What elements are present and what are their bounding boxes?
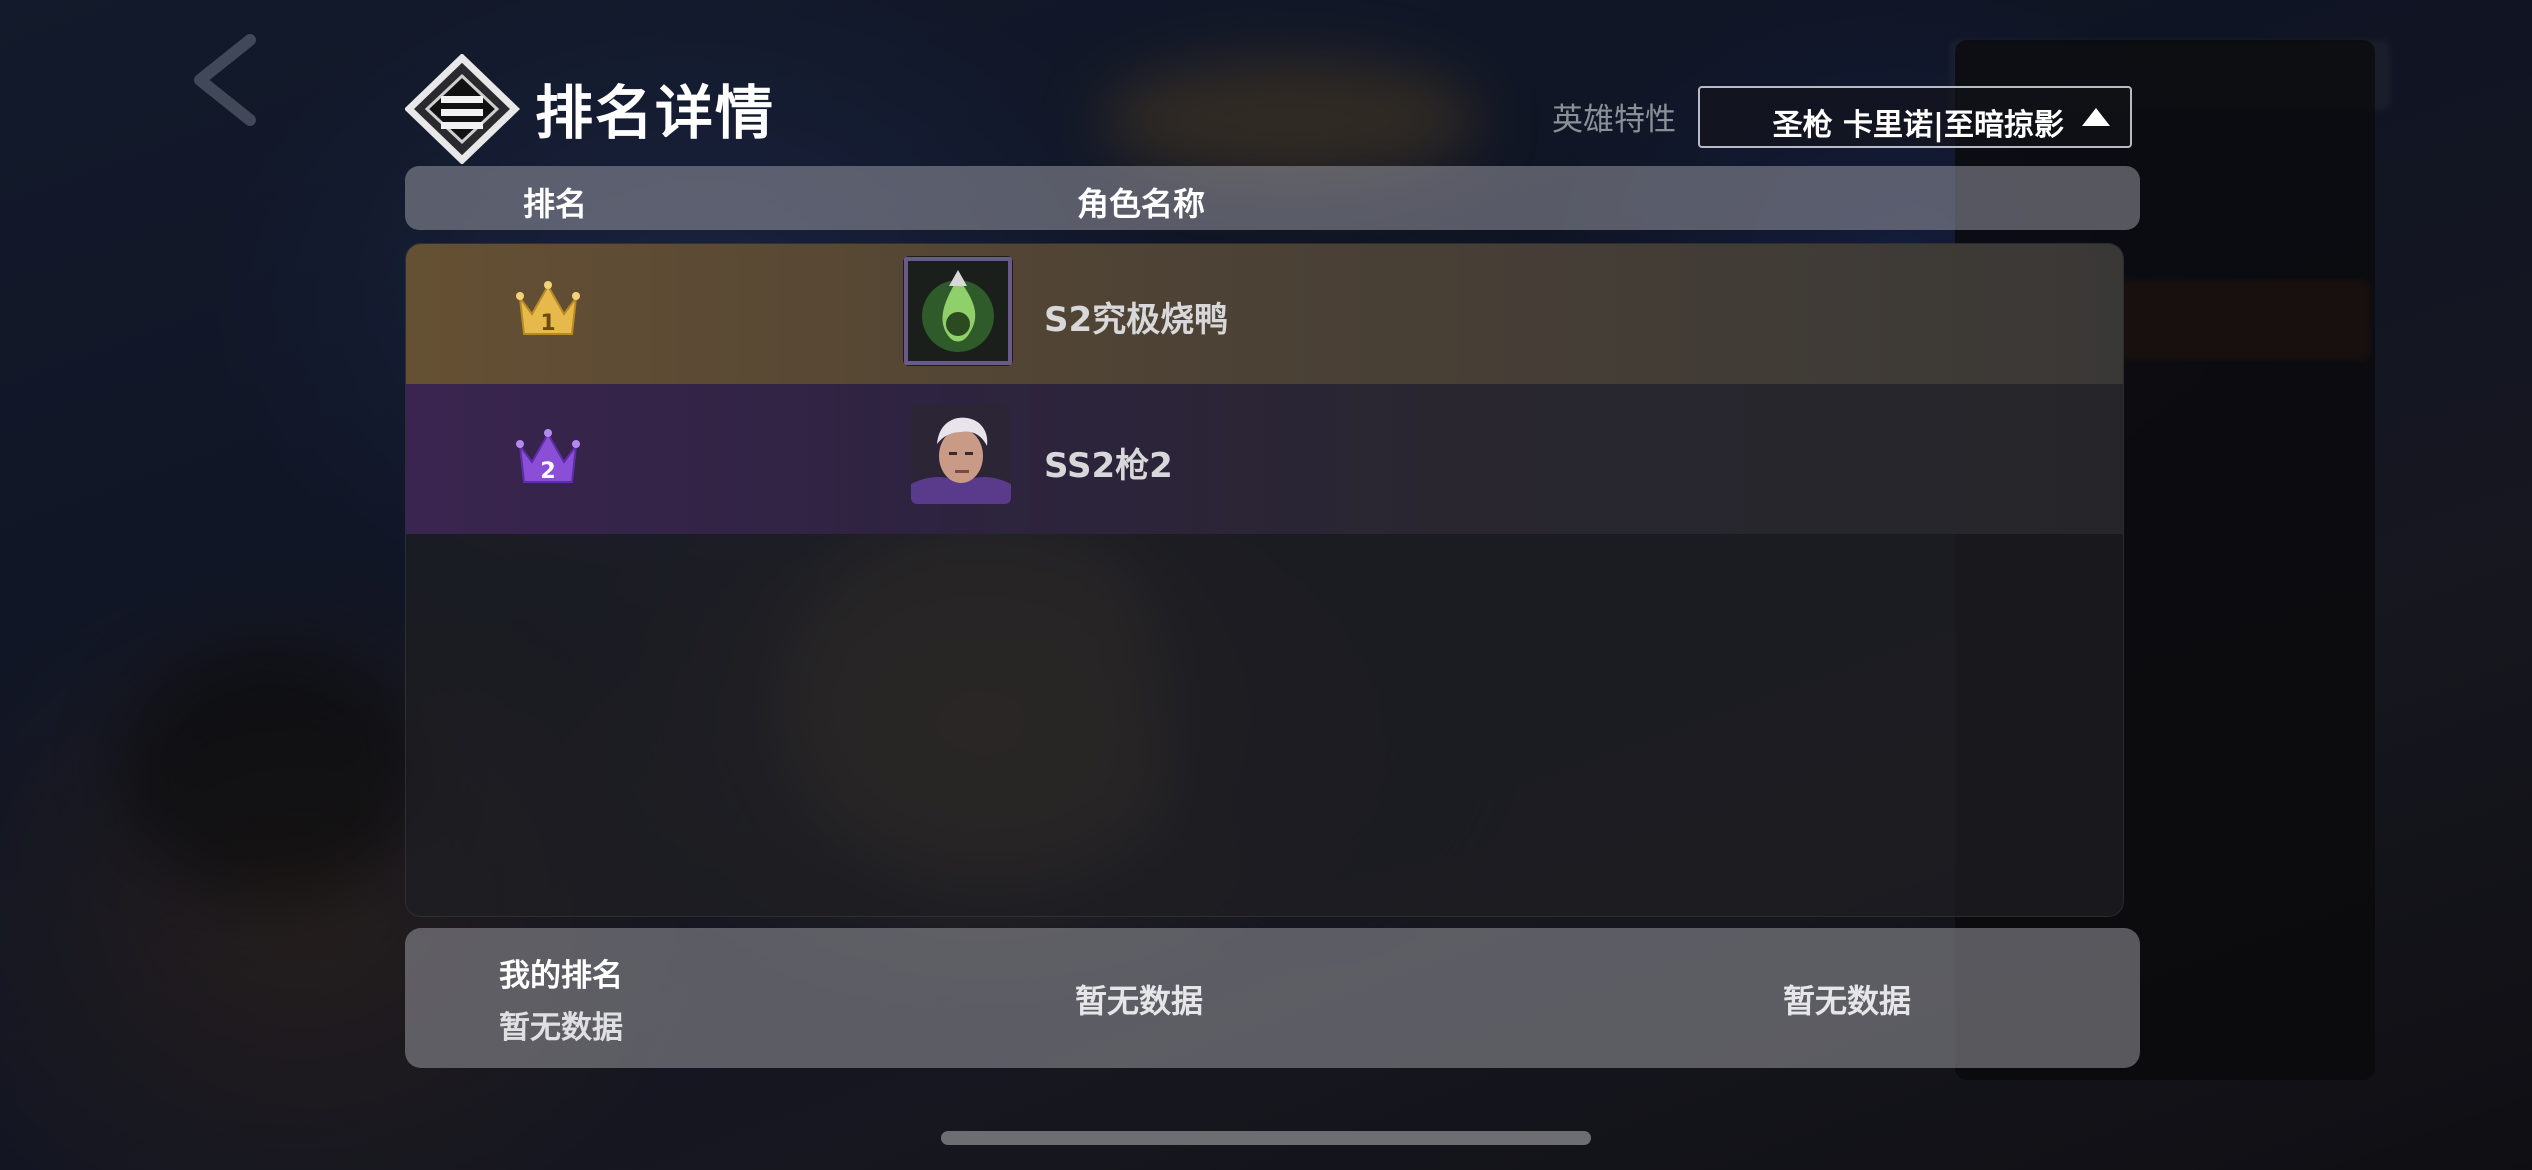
rank-number: 1 (540, 311, 555, 336)
role-name: S2究极烧鸭 (1044, 300, 1229, 340)
role-name: SS2枪2 (1044, 446, 1173, 486)
table-header: 排名 角色名称 (405, 166, 2140, 230)
my-role-name-value: 暂无数据 (1075, 982, 1204, 1020)
avatar (903, 256, 1013, 366)
caret-up-icon (2082, 108, 2110, 126)
back-arrow-icon[interactable] (180, 30, 270, 130)
my-rank-label: 我的排名 (499, 958, 623, 994)
table-row[interactable]: 1 S2究极烧鸭 (406, 244, 2123, 384)
rank-number: 2 (540, 459, 555, 484)
avatar (911, 404, 1011, 504)
home-indicator[interactable] (941, 1131, 1591, 1145)
column-header-role-name: 角色名称 (1077, 185, 1206, 223)
ranking-list[interactable]: 1 S2究极烧鸭 2 SS2枪2 (405, 243, 2124, 917)
my-rank-value: 暂无数据 (499, 1010, 623, 1046)
purple-crown-icon: 2 (516, 429, 580, 484)
my-rank-footer: 我的排名 暂无数据 暂无数据 暂无数据 (405, 928, 2140, 1068)
ranking-logo-icon (405, 54, 520, 164)
gold-crown-icon: 1 (516, 281, 580, 336)
dropdown-selected-value: 圣枪 卡里诺|至暗掠影 (1772, 108, 2064, 143)
my-score-value: 暂无数据 (1783, 982, 1912, 1020)
dialog-title: 排名详情 (535, 79, 776, 147)
hero-portrait-icon (911, 404, 1011, 504)
hero-trait-label: 英雄特性 (1552, 102, 1676, 138)
green-flame-emblem-icon (903, 256, 1013, 366)
column-header-rank: 排名 (523, 185, 588, 223)
table-row[interactable]: 2 SS2枪2 (406, 384, 2123, 534)
hero-trait-dropdown[interactable]: 圣枪 卡里诺|至暗掠影 (1698, 86, 2132, 148)
